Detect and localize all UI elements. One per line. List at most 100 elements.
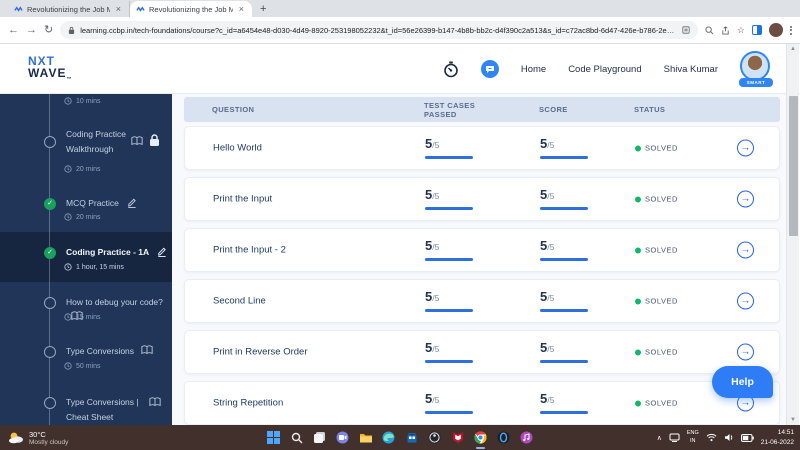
tray-chevron-icon[interactable]: ∧ — [657, 434, 662, 442]
progress-bar — [425, 309, 473, 312]
nxtwave-logo[interactable]: NXT WAVE™ — [28, 55, 72, 82]
wifi-icon[interactable] — [706, 433, 717, 442]
chrome-icon[interactable] — [473, 430, 488, 445]
progress-bar — [540, 258, 588, 261]
user-name[interactable]: Shiva Kumar — [664, 64, 718, 75]
file-explorer-icon[interactable] — [358, 430, 373, 445]
cast-display-icon[interactable] — [669, 433, 680, 442]
scroll-down-icon[interactable]: ▼ — [790, 417, 796, 423]
question-title[interactable]: Second Line — [213, 296, 266, 307]
question-row[interactable]: Print the Input 5/5 5/5 SOLVED → — [184, 177, 780, 221]
bookmark-star-icon[interactable]: ☆ — [737, 26, 745, 35]
nav-home[interactable]: Home — [521, 64, 546, 75]
sidebar-item-coding-practice-walkthrough[interactable]: Coding Practice Walkthrough — [66, 127, 128, 157]
sidebar-item-duration: 1 hour, 15 mins — [64, 263, 124, 271]
test-cases-cell: 5/5 — [425, 390, 473, 414]
sidebar-node-incomplete — [44, 397, 56, 409]
col-test-cases: TEST CASES PASSED — [424, 101, 482, 119]
volume-icon[interactable] — [724, 433, 734, 442]
open-question-arrow-icon[interactable]: → — [737, 344, 754, 361]
score-cell: 5/5 — [540, 186, 588, 210]
question-row[interactable]: String Repetition 5/5 5/5 SOLVED → — [184, 381, 780, 425]
question-row[interactable]: Print in Reverse Order 5/5 5/5 SOLVED → — [184, 330, 780, 374]
sidebar-item-duration: 15 mins — [64, 313, 101, 321]
weather-condition: Mostly cloudy — [29, 439, 68, 446]
browser-menu-icon[interactable] — [790, 26, 792, 35]
teams-chat-icon[interactable] — [335, 430, 350, 445]
scrollbar-thumb[interactable] — [789, 96, 798, 236]
browser-tab-1[interactable]: Revolutionizing the Job Market | × — [8, 1, 130, 17]
browser-tab-2[interactable]: Revolutionizing the Job Market | × — [130, 1, 252, 17]
question-title[interactable]: Print in Reverse Order — [213, 347, 308, 358]
status-badge: SOLVED — [635, 297, 678, 306]
sidebar-item-coding-practice-1a[interactable]: Coding Practice - 1A — [66, 245, 167, 260]
open-question-arrow-icon[interactable]: → — [737, 191, 754, 208]
weather-widget[interactable]: 30°C Mostly cloudy — [8, 430, 68, 446]
microsoft-store-icon[interactable] — [404, 430, 419, 445]
sidebar-item-type-conversions-cheat-sheet[interactable]: Type Conversions | Cheat Sheet — [66, 395, 146, 425]
obs-icon[interactable] — [427, 430, 442, 445]
nav-code-playground[interactable]: Code Playground — [568, 64, 641, 75]
start-button-icon[interactable] — [266, 430, 281, 445]
help-button[interactable]: Help — [712, 366, 773, 398]
test-cases-cell: 5/5 — [425, 186, 473, 210]
question-row[interactable]: Hello World 5/5 5/5 SOLVED → — [184, 126, 780, 170]
progress-bar — [540, 156, 588, 159]
open-question-arrow-icon[interactable]: → — [737, 140, 754, 157]
reading-list-icon[interactable] — [682, 26, 690, 34]
forward-button[interactable]: → — [26, 25, 37, 36]
sidebar-item-mcq-practice[interactable]: MCQ Practice — [66, 196, 137, 211]
book-icon — [141, 345, 153, 355]
question-title[interactable]: Print the Input - 2 — [213, 245, 286, 256]
music-app-icon[interactable] — [519, 430, 534, 445]
reload-button[interactable]: ↻ — [44, 25, 53, 36]
col-score: SCORE — [539, 105, 568, 114]
browser-profile-avatar[interactable] — [769, 23, 783, 37]
clock-icon — [64, 213, 72, 221]
tab-close-icon[interactable]: × — [114, 4, 123, 14]
battery-icon[interactable] — [741, 434, 754, 442]
solved-dot-icon — [635, 247, 641, 253]
pencil-icon — [126, 197, 137, 208]
pencil-icon — [156, 246, 167, 257]
progress-bar — [425, 207, 473, 210]
language-indicator[interactable]: ENG IN — [687, 430, 699, 444]
user-avatar[interactable]: SMART — [740, 51, 772, 87]
test-cases-cell: 5/5 — [425, 135, 473, 159]
question-title[interactable]: Hello World — [213, 143, 262, 154]
side-panel-icon[interactable] — [752, 25, 762, 35]
taskbar-clock[interactable]: 14:51 21-06-2022 — [761, 428, 794, 446]
app-header: NXT WAVE™ Home Code Playground Shiva Kum… — [0, 44, 800, 94]
back-button[interactable]: ← — [8, 25, 19, 36]
address-bar[interactable]: learning.ccbp.in/tech-foundations/course… — [60, 21, 698, 39]
question-row[interactable]: Print the Input - 2 5/5 5/5 SOLVED → — [184, 228, 780, 272]
windows-taskbar: 30°C Mostly cloudy ∧ ENG — [0, 425, 800, 450]
edge-browser-icon[interactable] — [381, 430, 396, 445]
chat-support-icon[interactable] — [481, 60, 499, 78]
table-header: QUESTION TEST CASES PASSED SCORE STATUS — [184, 97, 780, 122]
task-view-icon[interactable] — [312, 430, 327, 445]
progress-bar — [425, 360, 473, 363]
question-title[interactable]: String Repetition — [213, 398, 283, 409]
open-question-arrow-icon[interactable]: → — [737, 242, 754, 259]
mcafee-icon[interactable] — [450, 430, 465, 445]
question-row[interactable]: Second Line 5/5 5/5 SOLVED → — [184, 279, 780, 323]
progress-bar — [425, 411, 473, 414]
progress-bar — [540, 309, 588, 312]
open-question-arrow-icon[interactable]: → — [737, 293, 754, 310]
sidebar-item-type-conversions[interactable]: Type Conversions — [66, 344, 153, 359]
stopwatch-icon[interactable] — [443, 61, 459, 78]
scroll-up-icon[interactable]: ▲ — [790, 46, 796, 52]
search-icon[interactable] — [289, 430, 304, 445]
progress-bar — [540, 360, 588, 363]
zoom-icon[interactable] — [705, 26, 714, 35]
opera-icon[interactable] — [496, 430, 511, 445]
col-question: QUESTION — [212, 105, 254, 114]
url-text: learning.ccbp.in/tech-foundations/course… — [80, 26, 677, 35]
page-scrollbar[interactable]: ▲ ▼ — [786, 44, 799, 425]
sidebar-node-incomplete — [44, 297, 56, 309]
question-title[interactable]: Print the Input — [213, 194, 272, 205]
share-icon[interactable] — [721, 26, 730, 35]
tab-close-icon[interactable]: × — [237, 4, 246, 14]
new-tab-button[interactable]: + — [260, 3, 266, 15]
